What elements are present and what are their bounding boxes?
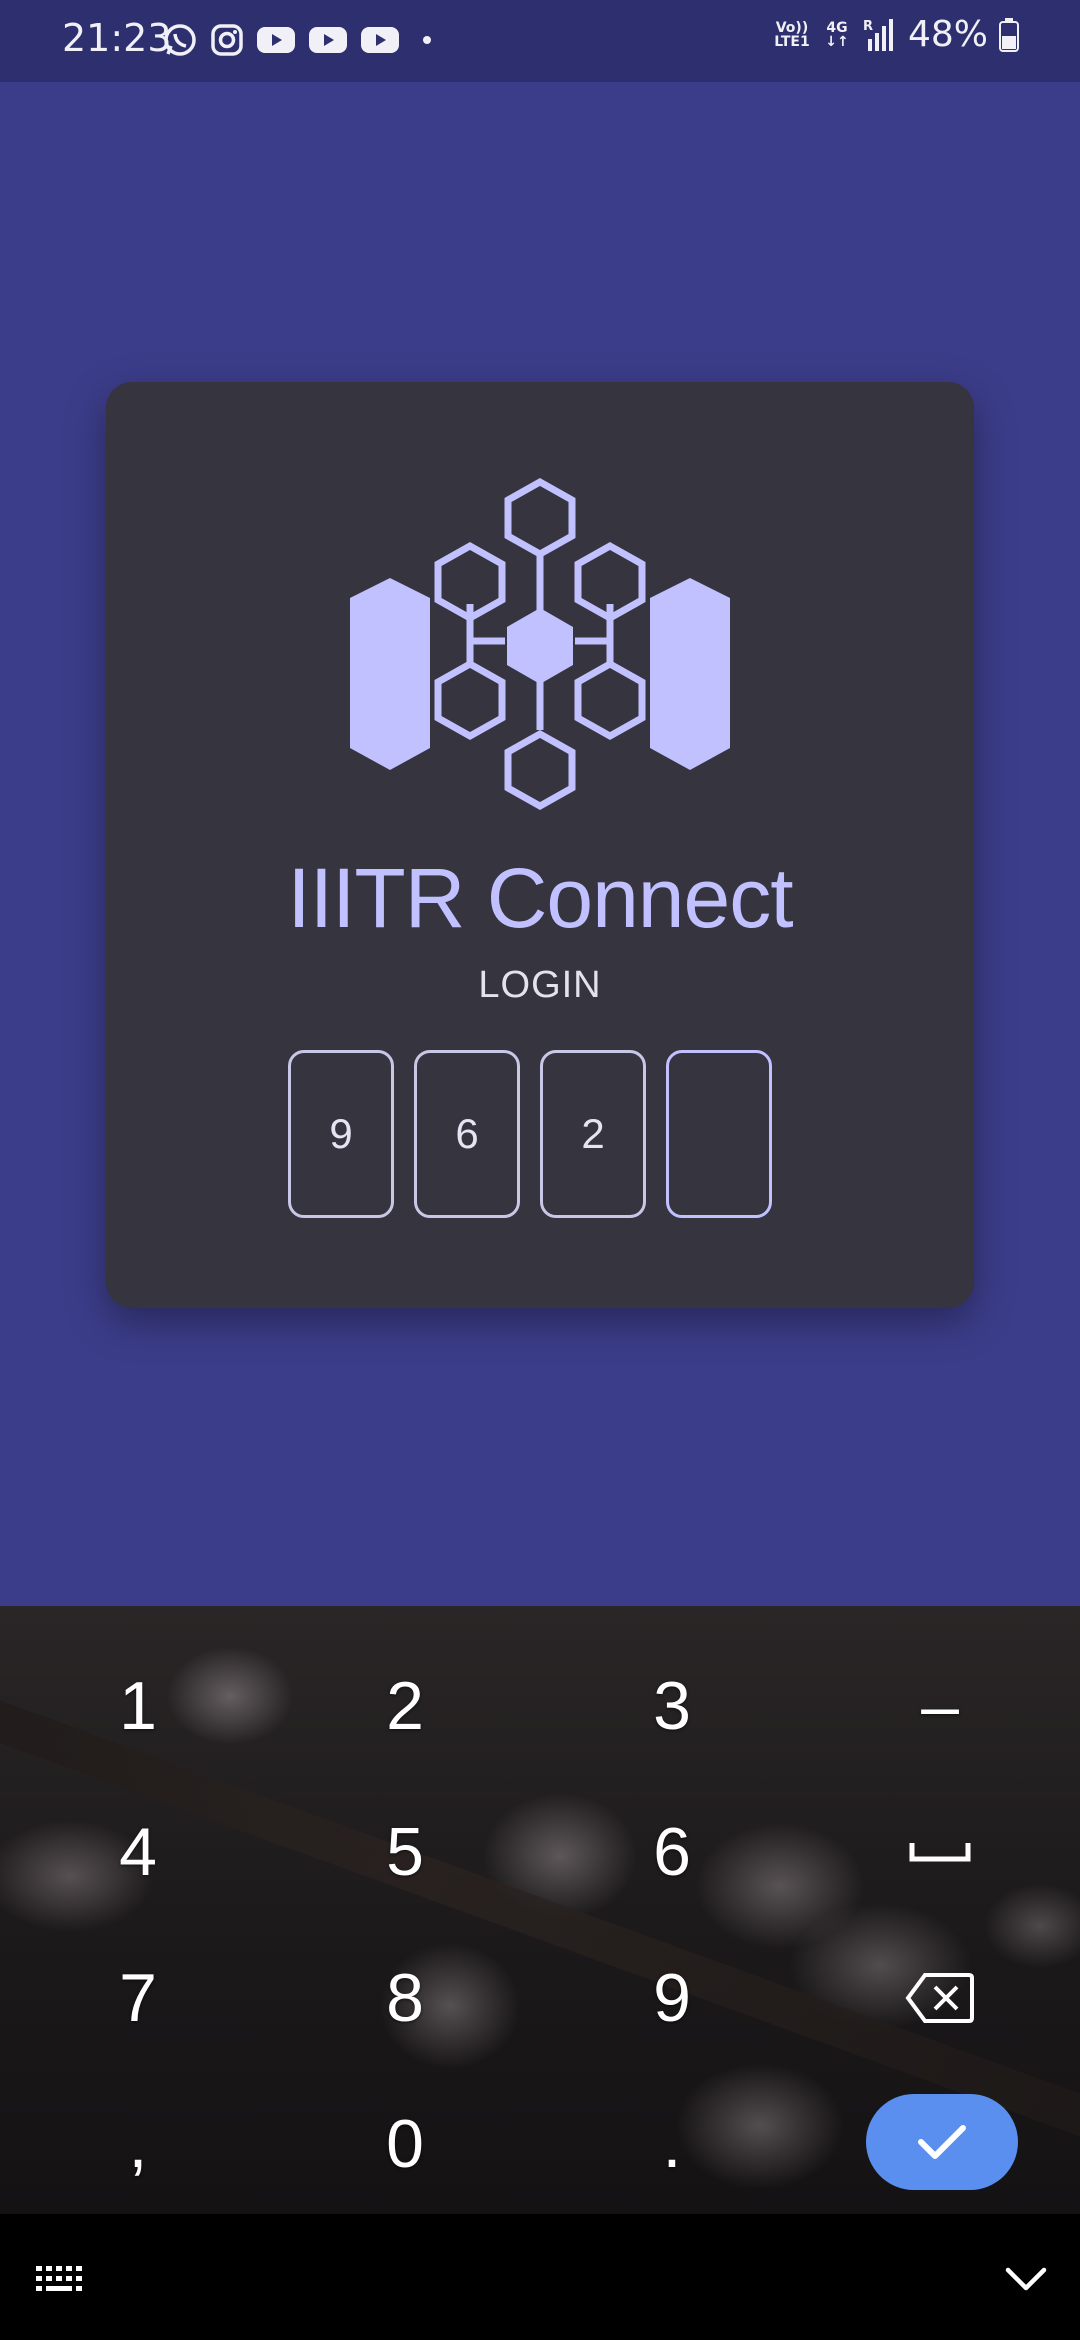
key-8[interactable]: 8 xyxy=(315,1938,495,2058)
iiitr-logo-icon xyxy=(350,478,730,811)
key-2[interactable]: 2 xyxy=(315,1646,495,1766)
status-time: 21:23 xyxy=(62,16,172,60)
pin-digit-3[interactable]: 2 xyxy=(540,1050,646,1218)
network-4g-icon: 4G ↓↑ xyxy=(825,19,849,50)
pin-digit-2[interactable]: 6 xyxy=(414,1050,520,1218)
key-comma[interactable]: , xyxy=(48,2084,228,2204)
youtube-icon xyxy=(309,27,347,53)
app-title: IIITR Connect xyxy=(287,851,793,945)
key-period[interactable]: . xyxy=(582,2084,762,2204)
key-1[interactable]: 1 xyxy=(48,1646,228,1766)
youtube-icon xyxy=(257,27,295,53)
key-7[interactable]: 7 xyxy=(48,1938,228,2058)
keyboard-icon[interactable] xyxy=(34,2264,88,2294)
chevron-down-icon[interactable] xyxy=(1004,2264,1048,2294)
numeric-keyboard: 1 2 3 – 4 5 6 7 8 9 , 0 . xyxy=(0,1606,1080,2214)
battery-icon xyxy=(999,17,1019,52)
key-5[interactable]: 5 xyxy=(315,1792,495,1912)
key-6[interactable]: 6 xyxy=(582,1792,762,1912)
dot-icon xyxy=(423,36,431,44)
pin-digit-4[interactable] xyxy=(666,1050,772,1218)
volte-icon: Vo)) LTE1 xyxy=(774,19,810,50)
space-icon xyxy=(909,1843,971,1862)
key-3[interactable]: 3 xyxy=(582,1646,762,1766)
youtube-icon xyxy=(361,27,399,53)
battery-percent: 48% xyxy=(907,14,988,55)
pin-input-row: 9 6 2 xyxy=(288,1050,792,1218)
signal-icon: R xyxy=(863,18,893,51)
check-icon xyxy=(918,2125,966,2159)
notification-icons xyxy=(162,22,442,58)
svg-text:R: R xyxy=(863,19,873,34)
system-icons: Vo)) LTE1 4G ↓↑ R 48% xyxy=(772,14,1020,55)
key-4[interactable]: 4 xyxy=(48,1792,228,1912)
key-backspace[interactable] xyxy=(850,1938,1030,2058)
key-0[interactable]: 0 xyxy=(315,2084,495,2204)
pin-digit-1[interactable]: 9 xyxy=(288,1050,394,1218)
login-label: LOGIN xyxy=(478,964,602,1006)
done-button[interactable] xyxy=(866,2094,1018,2190)
key-space[interactable] xyxy=(850,1792,1030,1912)
whatsapp-icon xyxy=(164,24,196,56)
instagram-icon xyxy=(211,24,243,56)
login-card: IIITR Connect LOGIN 9 6 2 xyxy=(106,382,974,1308)
backspace-icon xyxy=(905,1973,974,2023)
key-9[interactable]: 9 xyxy=(582,1938,762,2058)
key-dash[interactable]: – xyxy=(850,1646,1030,1766)
navigation-bar xyxy=(0,2214,1080,2340)
status-bar: 21:23 Vo)) LTE1 4G ↓↑ R 48% xyxy=(0,0,1080,82)
